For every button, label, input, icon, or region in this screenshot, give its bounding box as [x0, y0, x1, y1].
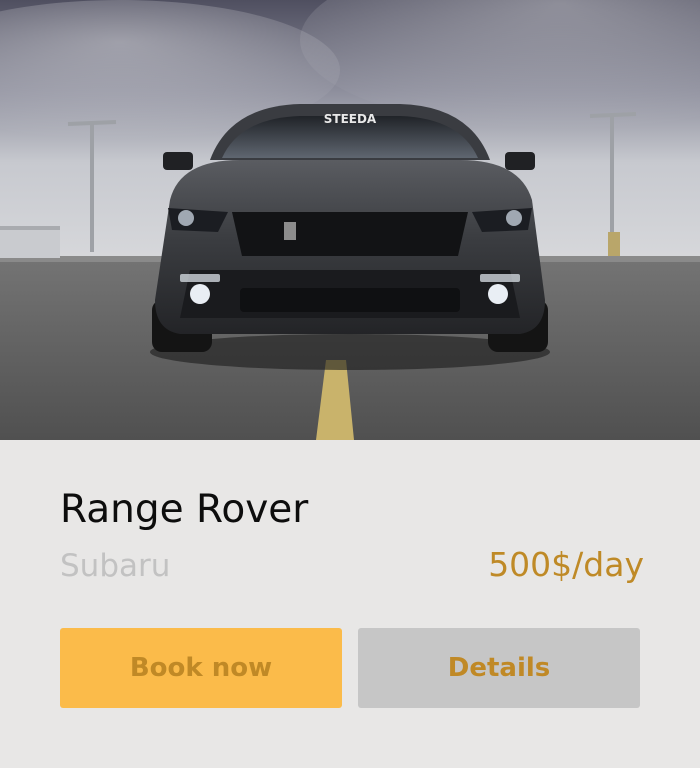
car-price: 500$/day	[488, 545, 644, 584]
car-card: STEEDA Range Rover Subaru 500$/day Book …	[0, 0, 700, 768]
car-model-title: Range Rover	[60, 487, 309, 532]
car-photo: STEEDA	[0, 0, 700, 440]
car-image: STEEDA	[0, 0, 700, 440]
details-button[interactable]: Details	[358, 628, 640, 708]
windshield-banner-text: STEEDA	[324, 112, 377, 126]
book-now-button[interactable]: Book now	[60, 628, 342, 708]
car-brand: Subaru	[60, 548, 171, 584]
